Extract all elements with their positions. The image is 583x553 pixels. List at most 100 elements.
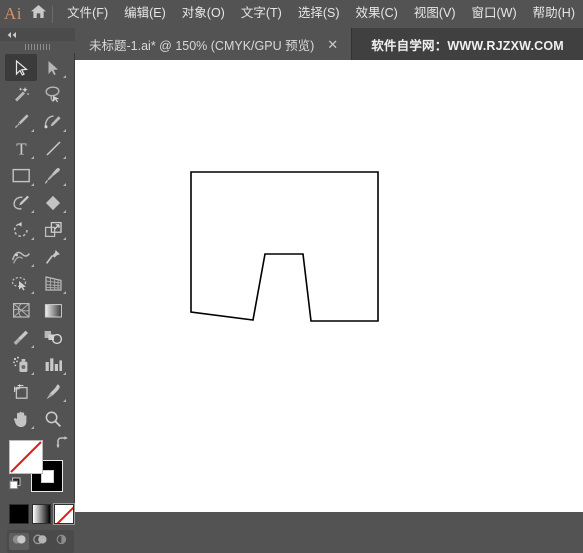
- selection-tool[interactable]: [5, 54, 37, 81]
- home-button[interactable]: [26, 0, 50, 28]
- menu-divider: [52, 5, 54, 23]
- magic-wand-tool[interactable]: [5, 81, 37, 108]
- paintbrush-tool[interactable]: [37, 162, 69, 189]
- color-mode-row: [9, 503, 75, 525]
- rectangle-tool[interactable]: [5, 162, 37, 189]
- document-tab-bar: 未标题-1.ai* @ 150% (CMYK/GPU 预览) ✕ 软件自学网：W…: [75, 28, 583, 60]
- rotate-icon: [12, 221, 31, 239]
- magnifier-icon: [44, 410, 62, 428]
- direct-selection-tool[interactable]: [37, 54, 69, 81]
- menu-file[interactable]: 文件(F): [59, 4, 116, 24]
- mesh-tool[interactable]: [5, 297, 37, 324]
- flyout-indicator-icon: [31, 264, 34, 267]
- curvature-tool[interactable]: [37, 108, 69, 135]
- type-t-icon: T: [14, 140, 29, 157]
- free-transform-tool[interactable]: [37, 243, 69, 270]
- type-tool[interactable]: T: [5, 135, 37, 162]
- menu-type[interactable]: 文字(T): [233, 4, 290, 24]
- panel-drag-handle[interactable]: [0, 41, 75, 53]
- zoom-tool[interactable]: [37, 405, 69, 432]
- flyout-indicator-icon: [63, 372, 66, 375]
- rotate-tool[interactable]: [5, 216, 37, 243]
- draw-inside-button[interactable]: [52, 533, 72, 550]
- magic-wand-icon: [12, 86, 30, 104]
- line-segment-tool[interactable]: [37, 135, 69, 162]
- draw-mode-row: [7, 530, 74, 553]
- app-logo: Ai: [0, 0, 26, 28]
- default-fill-stroke-icon[interactable]: [9, 477, 22, 495]
- menu-window[interactable]: 窗口(W): [464, 4, 525, 24]
- artboard-tool[interactable]: [5, 378, 37, 405]
- flyout-indicator-icon: [63, 291, 66, 294]
- menu-effect[interactable]: 效果(C): [347, 4, 405, 24]
- scale-icon: [44, 221, 63, 239]
- flyout-indicator-icon: [31, 183, 34, 186]
- hand-icon: [12, 410, 30, 428]
- none-slash-icon: [55, 505, 74, 523]
- slice-tool[interactable]: [37, 378, 69, 405]
- none-button[interactable]: [53, 503, 75, 525]
- shaper-pencil-icon: [12, 194, 31, 212]
- eraser-tool[interactable]: [37, 189, 69, 216]
- pen-nib-icon: [13, 113, 30, 130]
- scale-tool[interactable]: [37, 216, 69, 243]
- close-icon[interactable]: ✕: [314, 38, 347, 51]
- slice-knife-icon: [44, 383, 62, 401]
- flyout-indicator-icon: [63, 183, 66, 186]
- eyedropper-tool[interactable]: [5, 324, 37, 351]
- gradient-icon: [44, 303, 63, 319]
- shorts-outline-path: [190, 171, 379, 322]
- menu-object[interactable]: 对象(O): [174, 4, 233, 24]
- rectangle-icon: [12, 168, 31, 184]
- perspective-grid-tool[interactable]: [37, 270, 69, 297]
- flyout-indicator-icon: [63, 75, 66, 78]
- svg-text:T: T: [16, 140, 27, 157]
- site-watermark: 软件自学网：WWW.RJZXW.COM: [371, 38, 564, 53]
- document-tab-label: 未标题-1.ai* @ 150% (CMYK/GPU 预览): [89, 38, 315, 53]
- swap-fill-stroke-icon[interactable]: [56, 436, 69, 454]
- gradient-tool[interactable]: [37, 297, 69, 324]
- symbol-sprayer-icon: [12, 356, 31, 374]
- column-graph-tool[interactable]: [37, 351, 69, 378]
- shape-builder-icon: [11, 275, 31, 292]
- flyout-indicator-icon: [31, 156, 34, 159]
- flyout-indicator-icon: [63, 399, 66, 402]
- flyout-indicator-icon: [63, 156, 66, 159]
- menu-help[interactable]: 帮助(H): [525, 4, 583, 24]
- lasso-icon: [44, 86, 62, 103]
- pen-tool[interactable]: [5, 108, 37, 135]
- panel-collapse-button[interactable]: [0, 28, 75, 41]
- direct-select-icon: [47, 60, 59, 76]
- flyout-indicator-icon: [31, 291, 34, 294]
- artwork-canvas[interactable]: [75, 60, 583, 512]
- document-tab[interactable]: 未标题-1.ai* @ 150% (CMYK/GPU 预览) ✕: [75, 28, 353, 60]
- pushpin-icon: [44, 248, 62, 266]
- tool-grid: T: [0, 53, 74, 432]
- hand-tool[interactable]: [5, 405, 37, 432]
- flyout-indicator-icon: [63, 129, 66, 132]
- menu-select[interactable]: 选择(S): [290, 4, 348, 24]
- blend-tool[interactable]: [37, 324, 69, 351]
- menu-view[interactable]: 视图(V): [406, 4, 464, 24]
- menu-edit[interactable]: 编辑(E): [116, 4, 174, 24]
- fill-stroke-widget: [9, 436, 68, 495]
- draw-behind-icon: [33, 533, 48, 551]
- draw-normal-icon: [12, 533, 27, 551]
- shaper-tool[interactable]: [5, 189, 37, 216]
- flyout-indicator-icon: [63, 237, 66, 240]
- width-tool[interactable]: [5, 243, 37, 270]
- curvature-pen-icon: [44, 113, 63, 130]
- none-indicator-icon: [10, 441, 42, 473]
- flyout-indicator-icon: [31, 210, 34, 213]
- draw-behind-button[interactable]: [30, 533, 50, 550]
- draw-normal-button[interactable]: [9, 533, 30, 551]
- double-chevron-left-icon: [7, 31, 16, 38]
- shape-builder-tool[interactable]: [5, 270, 37, 297]
- eyedropper-icon: [12, 329, 30, 347]
- color-button[interactable]: [9, 504, 29, 524]
- flyout-indicator-icon: [31, 345, 34, 348]
- lasso-tool[interactable]: [37, 81, 69, 108]
- symbol-sprayer-tool[interactable]: [5, 351, 37, 378]
- gradient-button[interactable]: [31, 504, 52, 524]
- fill-swatch[interactable]: [9, 440, 43, 474]
